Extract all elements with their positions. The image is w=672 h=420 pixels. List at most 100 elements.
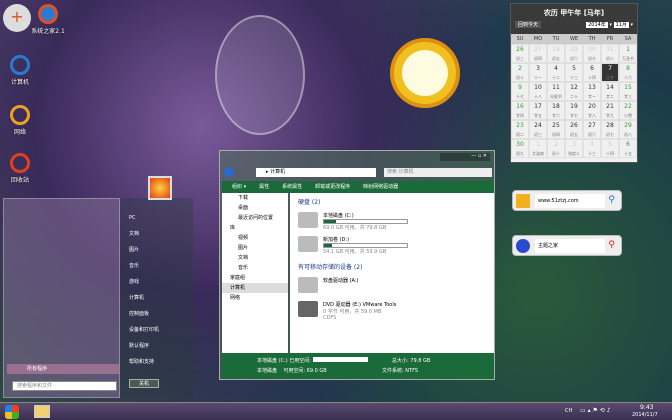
start-menu-item[interactable]: 文档 <box>120 226 193 242</box>
calendar-day[interactable]: 1 艾滋病 <box>529 139 547 158</box>
calendar-day[interactable]: 24 初三 <box>529 120 547 139</box>
calendar-day[interactable]: 6 十四 <box>583 63 601 82</box>
calendar-day[interactable]: 2 初十 <box>511 63 529 82</box>
alarm-clock-gadget[interactable] <box>390 38 460 108</box>
calendar-day[interactable]: 16 廿四 <box>511 101 529 120</box>
calendar-day[interactable]: 11 光棍节 <box>547 82 565 101</box>
start-menu-item[interactable]: 音乐 <box>120 258 193 274</box>
calendar-day[interactable]: 30 初九 <box>511 139 529 158</box>
calendar-day[interactable]: 10 十八 <box>529 82 547 101</box>
address-bar[interactable]: ▸ 计算机 <box>256 168 376 177</box>
calendar-day[interactable]: 2 初十 <box>547 139 565 158</box>
calendar-day[interactable]: 22 小雪 <box>619 101 637 120</box>
calendar-day[interactable]: 4 十二 <box>547 63 565 82</box>
all-programs-button[interactable]: 所有程序 <box>7 364 119 374</box>
calendar-day[interactable]: 1 万圣节 <box>619 44 637 63</box>
calendar-day[interactable]: 27 初六 <box>583 120 601 139</box>
nav-item[interactable]: 库 <box>222 223 288 233</box>
drive-item[interactable]: 软盘驱动器 (A:) <box>290 275 494 299</box>
calendar-day[interactable]: 5 十四 <box>601 139 619 158</box>
toolbar-button[interactable]: 系统属性 <box>282 181 302 193</box>
calendar-day[interactable]: 15 廿三 <box>619 82 637 101</box>
calendar-day[interactable]: 30 初七 <box>583 44 601 63</box>
calendar-day[interactable]: 28 初五 <box>547 44 565 63</box>
search-icon[interactable]: ⚲ <box>608 195 615 205</box>
calendar-day[interactable]: 26 初三 <box>511 44 529 63</box>
drive-item[interactable]: 本地磁盘 (C:) 69.0 GB 可用，共 79.8 GB <box>290 210 494 234</box>
calendar-day[interactable]: 21 廿九 <box>601 101 619 120</box>
desktop-icon-system-home[interactable]: 系统之家2.1 <box>28 4 68 35</box>
drive-item[interactable]: DVD 驱动器 (E:) VMware Tools 0 字节 可用，共 59.0 … <box>290 299 494 323</box>
calendar-day[interactable]: 26 初五 <box>565 120 583 139</box>
nav-item[interactable]: 图片 <box>222 243 288 253</box>
taskbar-explorer-icon[interactable] <box>34 405 50 418</box>
year-select[interactable]: 2014年 <box>586 22 608 28</box>
start-menu-item[interactable]: 控制面板 <box>120 306 193 322</box>
start-menu-item[interactable]: 设备和打印机 <box>120 322 193 338</box>
desktop-icon-network[interactable]: 网络 <box>0 105 40 136</box>
start-menu-item[interactable]: 帮助和支持 <box>120 354 193 370</box>
nav-item[interactable]: 视频 <box>222 233 288 243</box>
globe-gadget[interactable] <box>215 15 305 135</box>
nav-item[interactable]: 网络 <box>222 293 288 303</box>
calendar-day[interactable]: 19 廿七 <box>565 101 583 120</box>
toolbar-button[interactable]: 卸载或更改程序 <box>315 181 350 193</box>
language-indicator[interactable]: CH <box>565 408 572 414</box>
nav-item[interactable]: 桌面 <box>222 203 288 213</box>
drive-item[interactable]: 新加卷 (D:) 54.1 GB 可用，共 59.9 GB <box>290 234 494 258</box>
desktop-icon-recycle-bin[interactable]: 回收站 <box>0 153 40 184</box>
nav-item[interactable]: 家庭组 <box>222 273 288 283</box>
start-menu-item[interactable]: PC <box>120 210 193 226</box>
calendar-day[interactable]: 3 十一 <box>529 63 547 82</box>
month-select[interactable]: 11月 <box>613 22 629 28</box>
start-menu-item[interactable]: 游戏 <box>120 274 193 290</box>
calendar-day[interactable]: 3 残疾人 <box>565 139 583 158</box>
calendar-day[interactable]: 17 廿五 <box>529 101 547 120</box>
tray-icons[interactable]: ▭ ▴ ⚑ ⟲ ♪ <box>580 407 611 414</box>
calendar-day[interactable]: 12 二十 <box>565 82 583 101</box>
calendar-day[interactable]: 6 十五 <box>619 139 637 158</box>
start-menu-item[interactable]: 默认程序 <box>120 338 193 354</box>
start-menu-item[interactable]: 计算机 <box>120 290 193 306</box>
nav-item[interactable]: 文档 <box>222 253 288 263</box>
add-gadget-icon[interactable]: + <box>3 4 31 32</box>
start-button[interactable] <box>5 405 19 419</box>
toolbar-button[interactable]: 属性 <box>259 181 269 193</box>
calendar-day[interactable]: 18 廿六 <box>547 101 565 120</box>
explorer-search[interactable]: 搜索 计算机 <box>384 168 492 177</box>
calendar-day[interactable]: 31 初八 <box>601 44 619 63</box>
calendar-day[interactable]: 25 初四 <box>547 120 565 139</box>
clock-time[interactable]: 9:43 <box>640 404 653 411</box>
calendar-day[interactable]: 7 立冬 <box>601 63 619 82</box>
nav-item[interactable]: 计算机 <box>222 283 288 293</box>
calendar-day[interactable]: 13 廿一 <box>583 82 601 101</box>
desktop-icon-computer[interactable]: 计算机 <box>0 55 40 86</box>
calendar-day[interactable]: 20 廿八 <box>583 101 601 120</box>
search-icon[interactable]: ⚲ <box>608 240 615 250</box>
calendar-day[interactable]: 28 初七 <box>601 120 619 139</box>
nav-item[interactable]: 音乐 <box>222 263 288 273</box>
today-button[interactable]: 回到今天 <box>515 21 542 28</box>
calendar-day[interactable]: 5 十三 <box>565 63 583 82</box>
start-search-input[interactable]: 搜索程序和文件 <box>12 381 117 391</box>
nav-item[interactable]: 最近访问的位置 <box>222 213 288 223</box>
start-menu-item[interactable]: 图片 <box>120 242 193 258</box>
window-controls[interactable]: — ▫ ✕ <box>440 153 490 161</box>
toolbar-button[interactable]: 组织 ▾ <box>232 181 246 193</box>
shutdown-button[interactable]: 关机 <box>129 379 159 388</box>
calendar-day[interactable]: 4 十三 <box>583 139 601 158</box>
calendar-day[interactable]: 14 廿二 <box>601 82 619 101</box>
calendar-day[interactable]: 29 初八 <box>619 120 637 139</box>
calendar-day[interactable]: 29 初六 <box>565 44 583 63</box>
user-avatar[interactable] <box>148 176 172 200</box>
calendar-day[interactable]: 9 十七 <box>511 82 529 101</box>
search-input-1[interactable]: www.51ztzj.com <box>535 194 605 208</box>
calendar-day[interactable]: 27 初四 <box>529 44 547 63</box>
group-header[interactable]: 有可移动存储的设备 (2) <box>290 258 494 275</box>
calendar-day[interactable]: 8 十六 <box>619 63 637 82</box>
clock-date[interactable]: 2014/11/7 <box>632 412 658 418</box>
calendar-day[interactable]: 23 初二 <box>511 120 529 139</box>
search-input-2[interactable]: 主题之家 <box>535 239 605 253</box>
back-button[interactable] <box>224 167 234 177</box>
toolbar-button[interactable]: 映射网络驱动器 <box>363 181 398 193</box>
